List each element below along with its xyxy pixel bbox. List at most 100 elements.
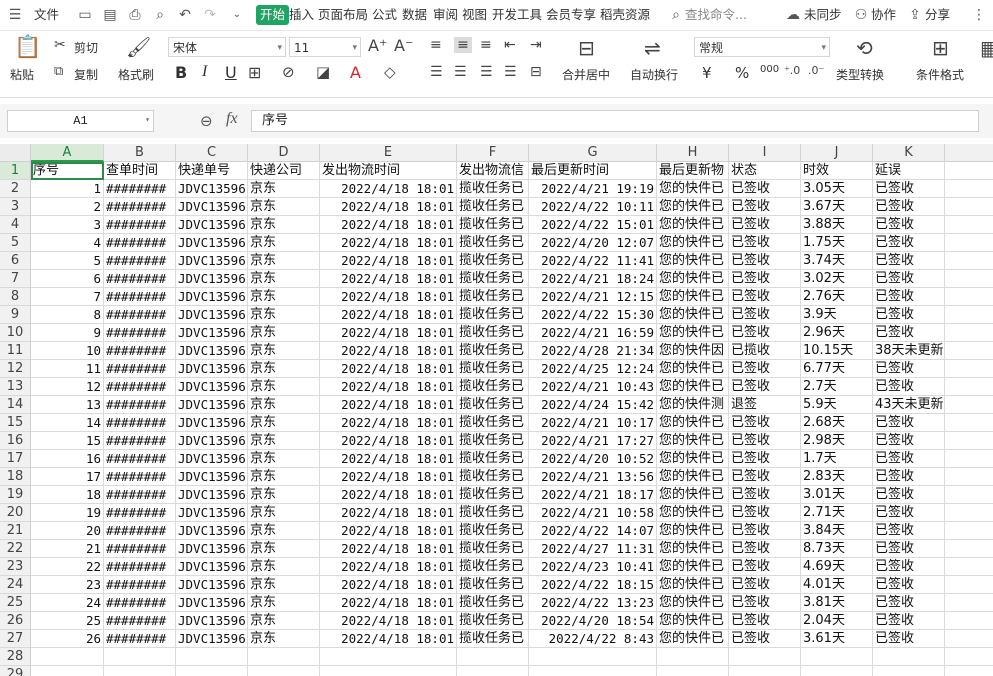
cell[interactable]: ######## [104,630,176,648]
font-size-select[interactable]: 11 ▾ [289,37,361,57]
cell[interactable]: 4.69天 [801,558,873,576]
cell[interactable] [248,666,320,676]
cell[interactable]: 2022/4/18 18:01 [320,630,457,648]
cell[interactable]: 已签收 [729,360,801,378]
cell[interactable]: 2022/4/20 10:52 [529,450,657,468]
header-cell[interactable]: 查单时间 [104,162,176,180]
cell[interactable]: ######## [104,414,176,432]
cell[interactable]: 您的快件已 [657,198,729,216]
cell[interactable]: 2022/4/23 10:41 [529,558,657,576]
cell[interactable]: 揽收任务已 [457,324,529,342]
cell[interactable] [945,234,993,252]
cell[interactable]: JDVC13596 [176,522,248,540]
cell[interactable]: 京东 [248,198,320,216]
cell[interactable]: ######## [104,432,176,450]
cell[interactable]: 2022/4/20 18:54 [529,612,657,630]
cell[interactable]: 14 [31,414,104,432]
cell[interactable]: JDVC13596 [176,558,248,576]
cell[interactable]: 2022/4/22 13:23 [529,594,657,612]
copy-icon[interactable]: ⧉ [54,64,63,79]
cell[interactable]: JDVC13596 [176,432,248,450]
row-header[interactable]: 19 [0,486,31,504]
column-header-c[interactable]: C [176,144,248,162]
cell[interactable]: 2022/4/18 18:01 [320,306,457,324]
fx-label[interactable]: fx [226,110,238,128]
align-center-icon[interactable]: ☰ [454,64,467,80]
redo-icon[interactable]: ↷ [201,6,219,24]
cell[interactable]: 已签收 [729,216,801,234]
header-cell[interactable]: 快递单号 [176,162,248,180]
cell[interactable]: JDVC13596 [176,270,248,288]
cell[interactable]: 已签收 [873,522,945,540]
cell[interactable]: 京东 [248,504,320,522]
cell[interactable]: 3.9天 [801,306,873,324]
cell[interactable]: 已签收 [729,522,801,540]
cell[interactable]: ######## [104,378,176,396]
cell[interactable]: 3.88天 [801,216,873,234]
row-header[interactable]: 13 [0,378,31,396]
cell[interactable]: 2022/4/18 18:01 [320,450,457,468]
cell[interactable]: 已签收 [873,234,945,252]
column-header-f[interactable]: F [457,144,529,162]
cell[interactable]: 3.61天 [801,630,873,648]
cell[interactable]: 揽收任务已 [457,198,529,216]
cell[interactable]: 2022/4/21 13:56 [529,468,657,486]
cell[interactable]: ######## [104,450,176,468]
justify-icon[interactable]: ☰ [504,64,517,80]
cell[interactable]: 18 [31,486,104,504]
cell[interactable]: 8 [31,306,104,324]
cell[interactable]: JDVC13596 [176,540,248,558]
cell[interactable] [945,342,993,360]
row-header[interactable]: 28 [0,648,31,666]
cell[interactable]: 已签收 [873,504,945,522]
cell[interactable]: 2022/4/18 18:01 [320,288,457,306]
cell[interactable]: 您的快件已 [657,504,729,522]
cell[interactable]: 5.9天 [801,396,873,414]
column-header-a[interactable]: A [31,144,104,162]
cell[interactable]: 已签收 [729,504,801,522]
cell[interactable]: 京东 [248,288,320,306]
cell[interactable]: 13 [31,396,104,414]
conditional-format-button[interactable]: 条件格式 [916,66,964,83]
cell[interactable]: 2.96天 [801,324,873,342]
row-header[interactable]: 15 [0,414,31,432]
cell[interactable]: 揽收任务已 [457,342,529,360]
cell[interactable]: ######## [104,198,176,216]
cell[interactable]: 2.98天 [801,432,873,450]
cell[interactable]: 1.7天 [801,450,873,468]
cell[interactable]: 京东 [248,576,320,594]
cell[interactable]: 2022/4/22 10:11 [529,198,657,216]
cell[interactable]: 您的快件已 [657,234,729,252]
cell[interactable]: 2022/4/18 18:01 [320,216,457,234]
cell[interactable] [945,486,993,504]
cell[interactable]: 揽收任务已 [457,612,529,630]
cell[interactable]: 2022/4/21 18:17 [529,486,657,504]
cell[interactable]: 揽收任务已 [457,486,529,504]
cell[interactable]: 16 [31,450,104,468]
cell[interactable]: 揽收任务已 [457,270,529,288]
row-header[interactable]: 5 [0,234,31,252]
cell[interactable]: 您的快件已 [657,180,729,198]
collab-button[interactable]: 协作 [871,5,896,25]
select-all-corner[interactable] [0,144,31,162]
row-header[interactable]: 14 [0,396,31,414]
cell[interactable]: ######## [104,180,176,198]
cell[interactable]: 京东 [248,450,320,468]
header-cell[interactable]: 状态 [729,162,801,180]
cell[interactable]: 8.73天 [801,540,873,558]
cell[interactable]: 4.01天 [801,576,873,594]
format-painter-button[interactable]: 格式刷 [118,66,154,83]
cell[interactable]: 已签收 [873,252,945,270]
row-header[interactable]: 1 [0,162,31,180]
cell[interactable] [945,270,993,288]
cell[interactable]: JDVC13596 [176,234,248,252]
column-header-k[interactable]: K [873,144,945,162]
unsynced-status[interactable]: 未同步 [804,5,842,25]
cell[interactable]: 揽收任务已 [457,288,529,306]
row-header[interactable]: 17 [0,450,31,468]
header-cell[interactable]: 延误 [873,162,945,180]
cell[interactable]: 京东 [248,342,320,360]
undo-icon[interactable]: ↶ [176,6,194,24]
font-name-select[interactable]: 宋体 ▾ [168,37,286,57]
cell[interactable]: 2022/4/18 18:01 [320,252,457,270]
